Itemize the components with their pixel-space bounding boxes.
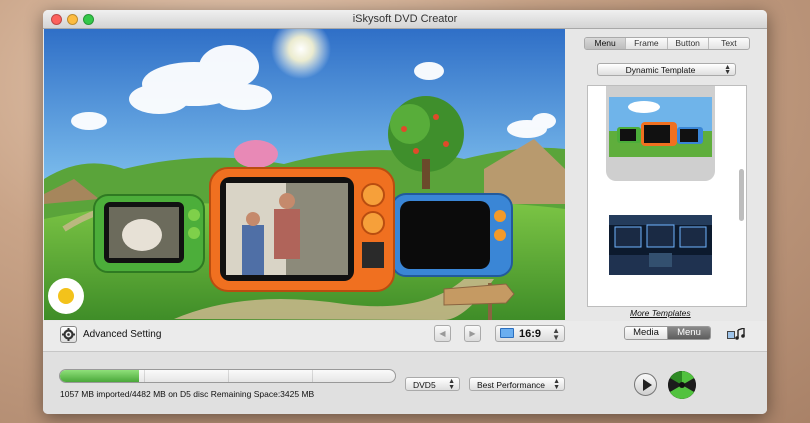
updown-arrows-icon: ▲ ▼ <box>552 326 560 342</box>
menu-preview-scene <box>44 29 565 320</box>
previous-page-button[interactable]: ◀ <box>434 325 451 342</box>
monitor-icon <box>500 328 514 338</box>
updown-arrows-icon: ▲ ▼ <box>553 378 560 391</box>
template-thumbnail-tv[interactable] <box>609 97 712 157</box>
title-bar: iSkysoft DVD Creator <box>43 10 767 29</box>
tab-text[interactable]: Text <box>709 38 749 49</box>
prev-arrow-icon: ◀ <box>439 329 446 338</box>
disc-usage-fill <box>60 370 140 382</box>
media-menu-toggle: Media Menu <box>624 326 711 340</box>
disc-type-value: DVD5 <box>413 380 436 390</box>
more-templates-link[interactable]: More Templates <box>630 308 691 318</box>
advanced-setting-button[interactable] <box>60 326 77 343</box>
menu-mode-button[interactable]: Menu <box>668 327 710 339</box>
tv-left <box>93 194 205 273</box>
flower-bush <box>234 140 278 168</box>
background-music-icon <box>727 327 745 340</box>
template-type-value: Dynamic Template <box>625 65 696 75</box>
music-icon[interactable] <box>727 327 745 340</box>
tv-right <box>391 193 513 277</box>
tab-frame[interactable]: Frame <box>626 38 668 49</box>
media-mode-button[interactable]: Media <box>625 327 668 339</box>
tab-menu[interactable]: Menu <box>585 38 627 49</box>
daisy <box>48 278 84 314</box>
bar-separator <box>144 370 145 382</box>
template-thumbnail-space[interactable] <box>609 215 712 275</box>
play-icon <box>643 379 652 391</box>
app-window: iSkysoft DVD Creator Advanced Setting ◀ … <box>43 10 767 414</box>
next-page-button[interactable]: ▶ <box>464 325 481 342</box>
quality-value: Best Performance <box>477 380 546 390</box>
updown-arrows-icon: ▲ ▼ <box>724 64 731 76</box>
template-list[interactable] <box>587 85 747 307</box>
gear-icon <box>62 328 75 341</box>
template-list-scrollbar[interactable] <box>739 169 744 221</box>
quality-dropdown[interactable]: Best Performance ▲ ▼ <box>469 377 565 391</box>
template-type-dropdown[interactable]: Dynamic Template ▲ ▼ <box>597 63 736 76</box>
disc-usage-bar <box>59 369 396 383</box>
aspect-ratio-dropdown[interactable]: 16:9 ▲ ▼ <box>495 325 565 342</box>
burn-button[interactable] <box>668 371 696 399</box>
aspect-ratio-value: 16:9 <box>519 328 542 340</box>
window-title: iSkysoft DVD Creator <box>352 13 458 25</box>
disc-type-dropdown[interactable]: DVD5 ▲ ▼ <box>405 377 460 391</box>
advanced-setting-label: Advanced Setting <box>83 329 162 340</box>
space-template-preview <box>609 215 712 275</box>
menu-preview[interactable] <box>44 29 565 320</box>
tab-button[interactable]: Button <box>668 38 709 49</box>
bar-separator <box>312 370 313 382</box>
bar-separator <box>228 370 229 382</box>
preview-play-button[interactable] <box>634 373 657 396</box>
tv-template-preview <box>609 97 712 157</box>
disc-space-info: 1057 MB imported/4482 MB on D5 disc Rema… <box>60 389 315 399</box>
panel-tabs: Menu Frame Button Text <box>584 37 750 50</box>
updown-arrows-icon: ▲ ▼ <box>448 378 455 391</box>
burn-disc-icon <box>668 371 696 399</box>
status-bar: 1057 MB imported/4482 MB on D5 disc Rema… <box>43 351 767 414</box>
tv-center <box>209 167 395 292</box>
next-arrow-icon: ▶ <box>469 329 476 338</box>
